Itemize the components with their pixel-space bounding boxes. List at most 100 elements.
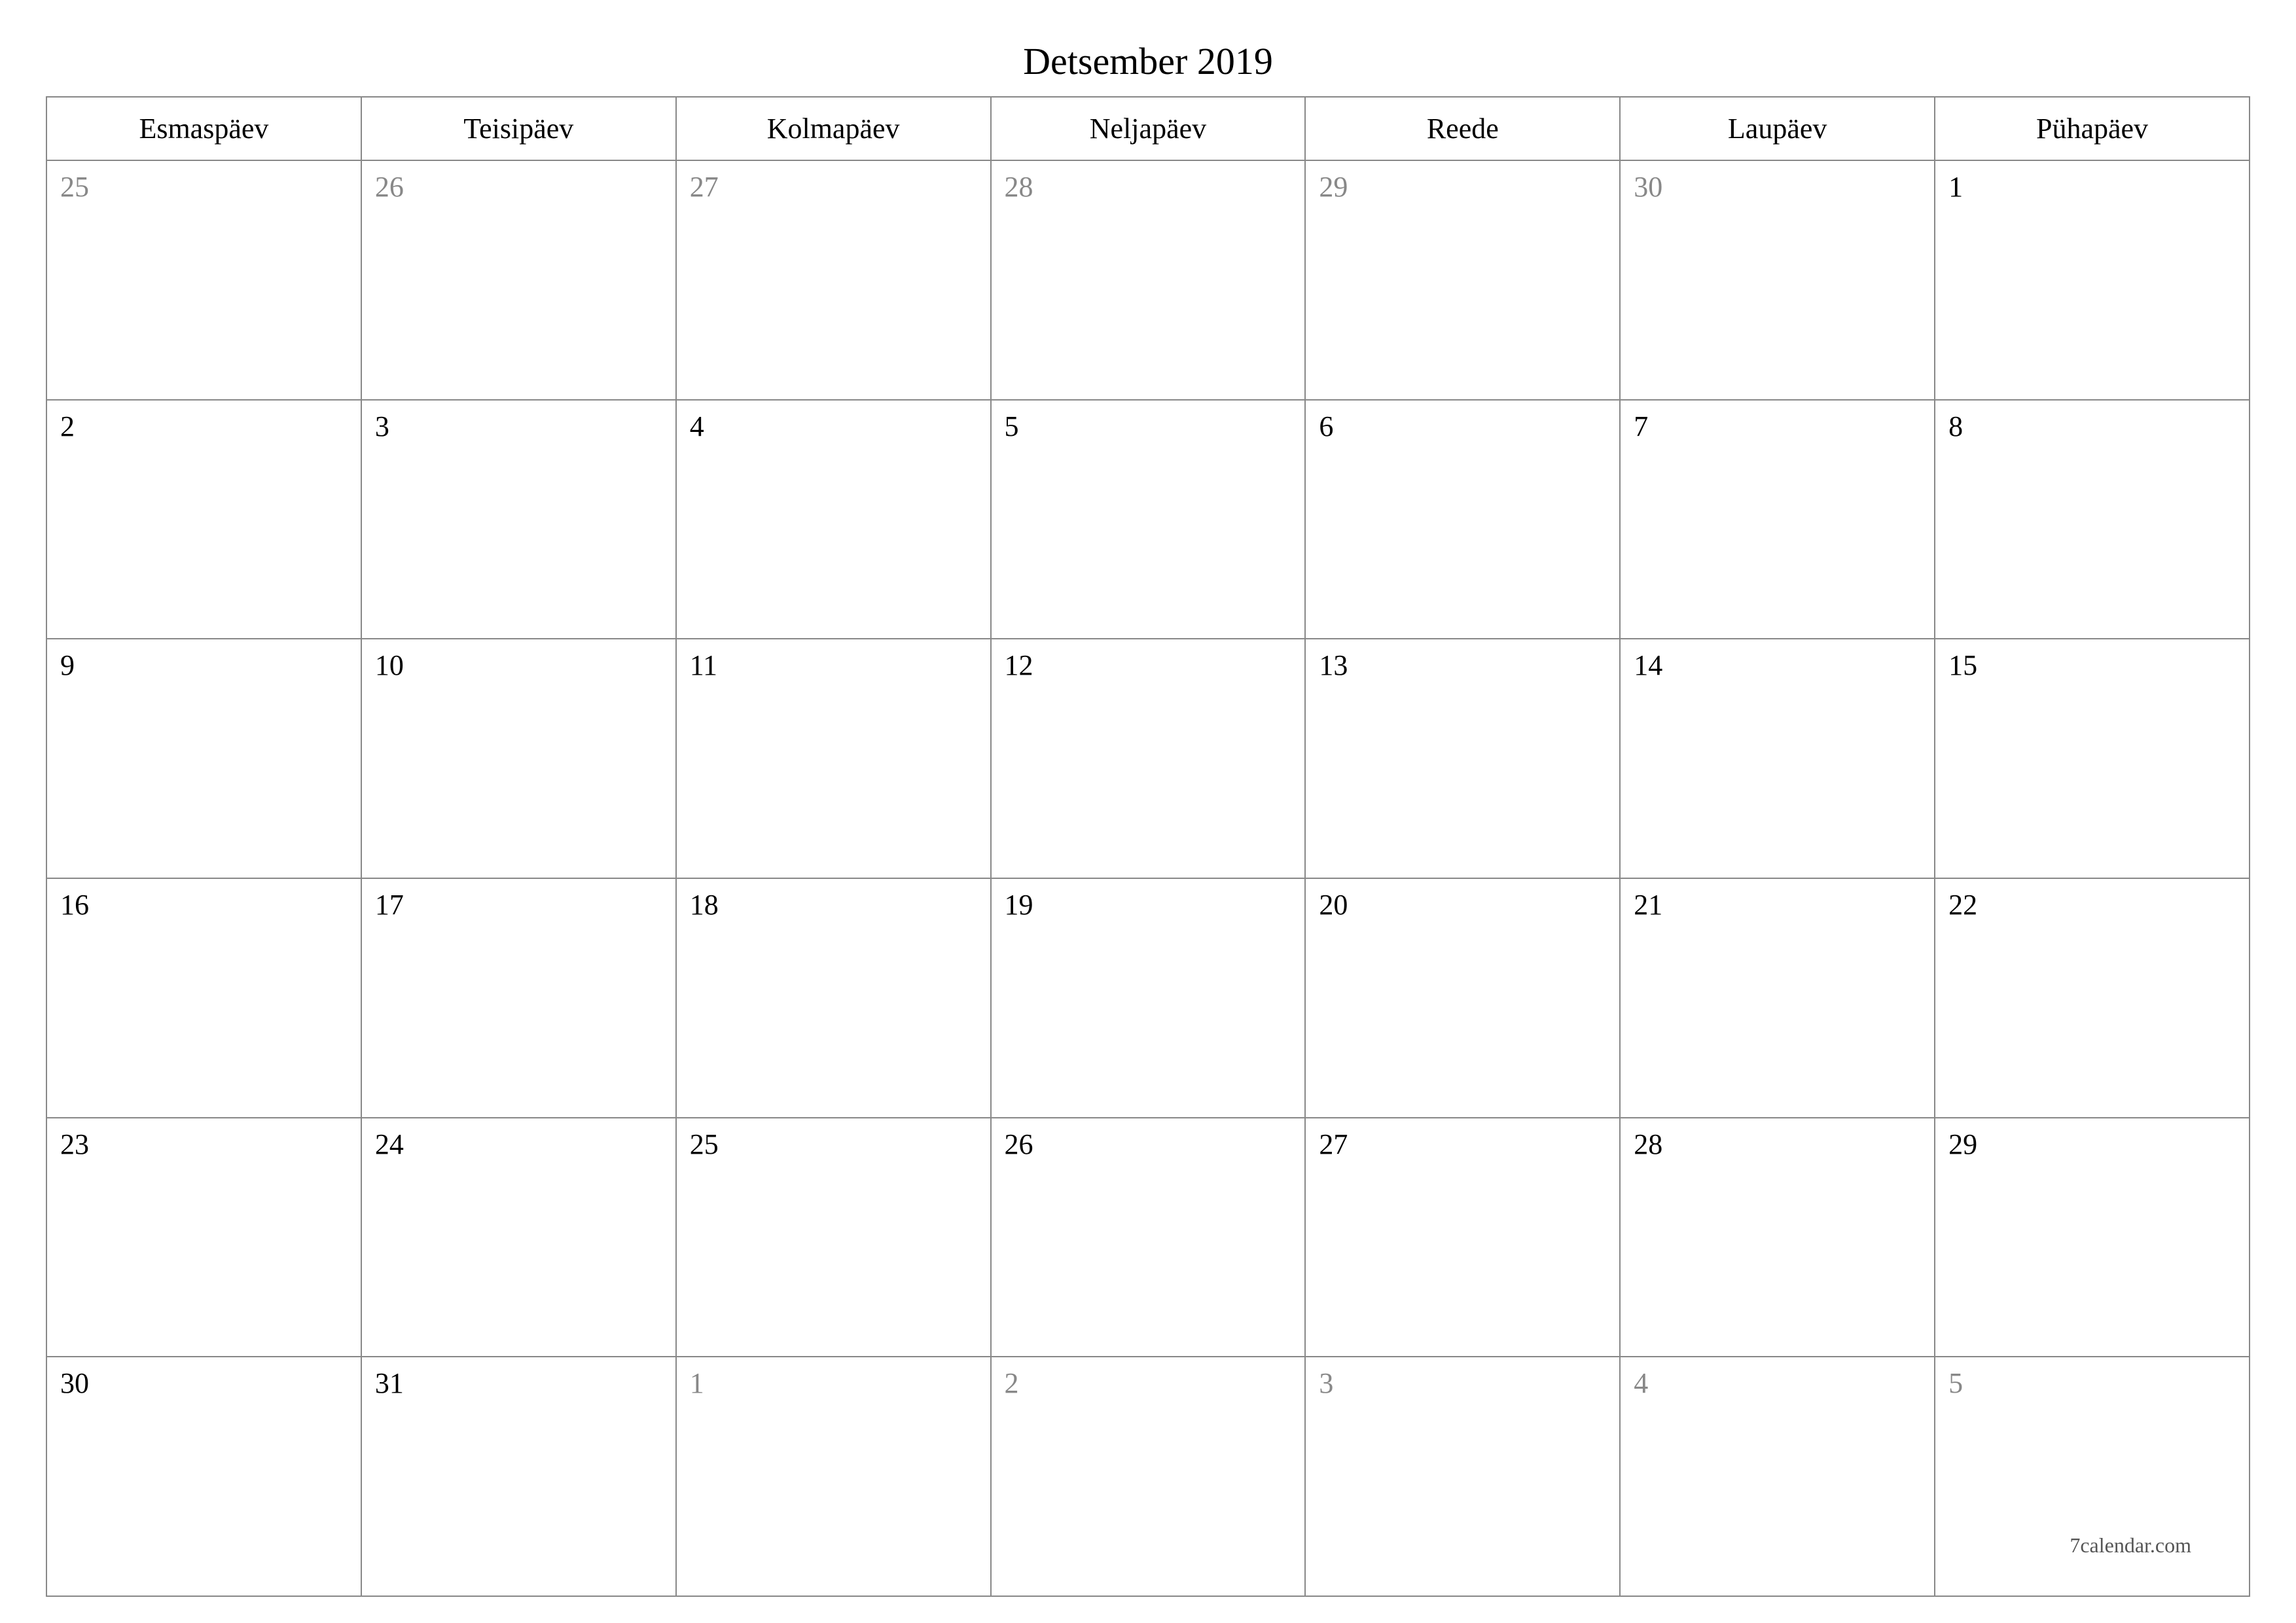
calendar-day-cell: 5: [991, 400, 1306, 639]
calendar-day-cell: 13: [1305, 639, 1620, 878]
day-number: 26: [1005, 1128, 1033, 1160]
day-number: 27: [690, 171, 719, 203]
calendar-wrap: Esmaspäev Teisipäev Kolmapäev Neljapäev …: [46, 96, 2250, 1597]
calendar-table: Esmaspäev Teisipäev Kolmapäev Neljapäev …: [46, 96, 2250, 1597]
weekday-header: Teisipäev: [361, 97, 676, 160]
calendar-day-cell: 24: [361, 1118, 676, 1357]
calendar-day-cell: 11: [676, 639, 991, 878]
weekday-header: Neljapäev: [991, 97, 1306, 160]
day-number: 29: [1948, 1128, 1977, 1160]
day-number: 1: [690, 1367, 704, 1399]
calendar-day-cell: 26: [991, 1118, 1306, 1357]
calendar-day-cell: 12: [991, 639, 1306, 878]
day-number: 20: [1319, 889, 1348, 921]
day-number: 25: [690, 1128, 719, 1160]
day-number: 29: [1319, 171, 1348, 203]
weekday-header: Reede: [1305, 97, 1620, 160]
calendar-day-cell: 4: [1620, 1357, 1935, 1596]
day-number: 16: [60, 889, 89, 921]
day-number: 19: [1005, 889, 1033, 921]
calendar-week-row: 2 3 4 5 6 7 8: [46, 400, 2250, 639]
calendar-day-cell: 4: [676, 400, 991, 639]
calendar-day-cell: 6: [1305, 400, 1620, 639]
footer-credit: 7calendar.com: [2070, 1533, 2191, 1558]
calendar-day-cell: 3: [361, 400, 676, 639]
day-number: 1: [1948, 171, 1963, 203]
day-number: 11: [690, 649, 717, 681]
calendar-day-cell: 25: [46, 160, 361, 400]
day-number: 10: [375, 649, 404, 681]
calendar-day-cell: 2: [46, 400, 361, 639]
calendar-day-cell: 28: [1620, 1118, 1935, 1357]
day-number: 26: [375, 171, 404, 203]
calendar-day-cell: 25: [676, 1118, 991, 1357]
calendar-day-cell: 28: [991, 160, 1306, 400]
calendar-day-cell: 30: [46, 1357, 361, 1596]
day-number: 24: [375, 1128, 404, 1160]
day-number: 2: [60, 410, 75, 442]
day-number: 22: [1948, 889, 1977, 921]
day-number: 31: [375, 1367, 404, 1399]
day-number: 5: [1948, 1367, 1963, 1399]
calendar-day-cell: 9: [46, 639, 361, 878]
day-number: 28: [1005, 171, 1033, 203]
day-number: 3: [1319, 1367, 1333, 1399]
day-number: 5: [1005, 410, 1019, 442]
calendar-day-cell: 5: [1935, 1357, 2250, 1596]
calendar-week-row: 23 24 25 26 27 28 29: [46, 1118, 2250, 1357]
calendar-day-cell: 20: [1305, 878, 1620, 1118]
calendar-day-cell: 26: [361, 160, 676, 400]
day-number: 4: [690, 410, 704, 442]
day-number: 30: [60, 1367, 89, 1399]
day-number: 8: [1948, 410, 1963, 442]
day-number: 2: [1005, 1367, 1019, 1399]
weekday-header: Pühapäev: [1935, 97, 2250, 160]
calendar-day-cell: 30: [1620, 160, 1935, 400]
calendar-day-cell: 1: [1935, 160, 2250, 400]
calendar-day-cell: 18: [676, 878, 991, 1118]
day-number: 28: [1634, 1128, 1662, 1160]
calendar-day-cell: 16: [46, 878, 361, 1118]
day-number: 18: [690, 889, 719, 921]
calendar-week-row: 30 31 1 2 3 4 5: [46, 1357, 2250, 1596]
day-number: 15: [1948, 649, 1977, 681]
day-number: 6: [1319, 410, 1333, 442]
calendar-day-cell: 14: [1620, 639, 1935, 878]
day-number: 4: [1634, 1367, 1648, 1399]
calendar-day-cell: 27: [676, 160, 991, 400]
calendar-body: 2526272829301234567891011121314151617181…: [46, 160, 2250, 1596]
calendar-day-cell: 27: [1305, 1118, 1620, 1357]
calendar-day-cell: 19: [991, 878, 1306, 1118]
day-number: 23: [60, 1128, 89, 1160]
calendar-day-cell: 21: [1620, 878, 1935, 1118]
calendar-day-cell: 29: [1305, 160, 1620, 400]
weekday-header: Esmaspäev: [46, 97, 361, 160]
day-number: 7: [1634, 410, 1648, 442]
calendar-day-cell: 3: [1305, 1357, 1620, 1596]
calendar-title: Detsember 2019: [46, 39, 2250, 83]
calendar-day-cell: 17: [361, 878, 676, 1118]
day-number: 13: [1319, 649, 1348, 681]
calendar-week-row: 9 10 11 12 13 14 15: [46, 639, 2250, 878]
day-number: 27: [1319, 1128, 1348, 1160]
day-number: 3: [375, 410, 389, 442]
calendar-day-cell: 8: [1935, 400, 2250, 639]
day-number: 25: [60, 171, 89, 203]
weekday-header: Laupäev: [1620, 97, 1935, 160]
weekday-header-row: Esmaspäev Teisipäev Kolmapäev Neljapäev …: [46, 97, 2250, 160]
calendar-day-cell: 2: [991, 1357, 1306, 1596]
weekday-header: Kolmapäev: [676, 97, 991, 160]
calendar-day-cell: 23: [46, 1118, 361, 1357]
calendar-week-row: 25 26 27 28 29 30 1: [46, 160, 2250, 400]
calendar-day-cell: 10: [361, 639, 676, 878]
day-number: 30: [1634, 171, 1662, 203]
calendar-week-row: 16 17 18 19 20 21 22: [46, 878, 2250, 1118]
day-number: 17: [375, 889, 404, 921]
day-number: 21: [1634, 889, 1662, 921]
calendar-day-cell: 22: [1935, 878, 2250, 1118]
day-number: 14: [1634, 649, 1662, 681]
calendar-day-cell: 29: [1935, 1118, 2250, 1357]
day-number: 9: [60, 649, 75, 681]
calendar-day-cell: 7: [1620, 400, 1935, 639]
calendar-day-cell: 31: [361, 1357, 676, 1596]
